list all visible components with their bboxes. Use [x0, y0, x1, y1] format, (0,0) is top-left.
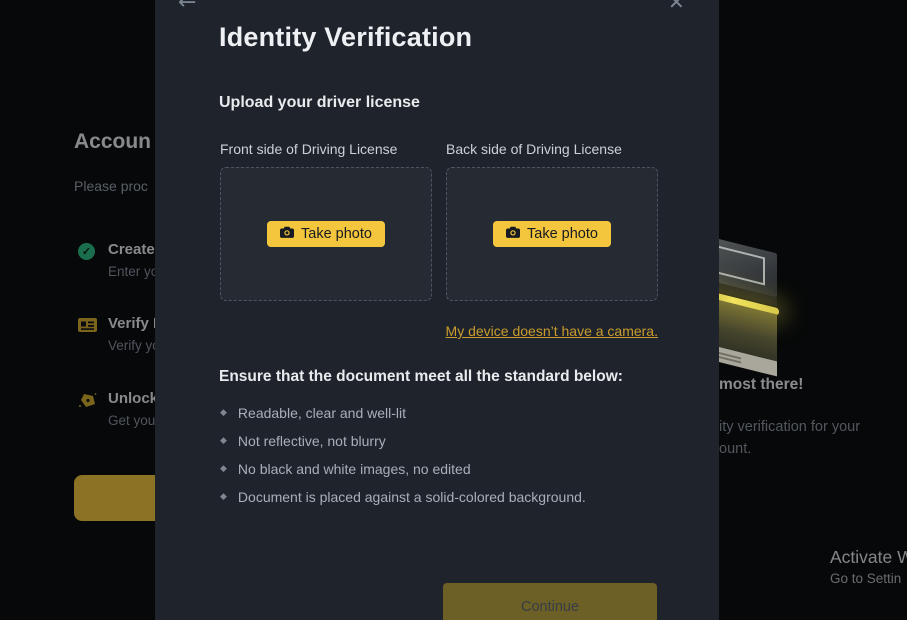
screen: Accoun Please proc ✓ Create Enter yo Ver… [0, 0, 907, 620]
take-photo-label: Take photo [527, 226, 598, 242]
close-icon[interactable]: ✕ [668, 0, 685, 12]
back-side-label: Back side of Driving License [446, 141, 622, 157]
front-side-label: Front side of Driving License [220, 141, 398, 157]
back-arrow-icon[interactable]: ← [178, 0, 196, 14]
camera-icon [280, 226, 295, 242]
continue-button[interactable]: Continue [443, 583, 657, 620]
front-upload-dropzone[interactable]: Take photo [220, 167, 432, 301]
no-camera-link[interactable]: My device doesn’t have a camera. [446, 323, 658, 339]
upload-section-heading: Upload your driver license [219, 94, 420, 111]
camera-icon [506, 226, 521, 242]
list-item: ◆ Document is placed against a solid-colo… [220, 489, 586, 505]
list-item: ◆ Readable, clear and well-lit [220, 405, 407, 421]
diamond-bullet-icon: ◆ [220, 408, 227, 418]
list-item: ◆ No black and white images, no edited [220, 461, 471, 477]
diamond-bullet-icon: ◆ [220, 492, 227, 502]
take-photo-label: Take photo [301, 226, 372, 242]
standards-list: ◆ Readable, clear and well-lit ◆ Not refle… [220, 399, 586, 511]
no-camera-link-row: My device doesn’t have a camera. [220, 323, 658, 341]
list-item: ◆ Not reflective, not blurry [220, 433, 386, 449]
diamond-bullet-icon: ◆ [220, 464, 227, 474]
take-photo-back-button[interactable]: Take photo [493, 221, 611, 247]
identity-verification-modal: ← ✕ Identity Verification Upload your dr… [155, 0, 719, 620]
watermark-line2: Go to Settin [830, 571, 902, 586]
standards-heading: Ensure that the document meet all the st… [219, 368, 623, 385]
modal-title: Identity Verification [219, 22, 473, 52]
take-photo-front-button[interactable]: Take photo [267, 221, 385, 247]
watermark-line1: Activate W [830, 547, 907, 567]
back-upload-dropzone[interactable]: Take photo [446, 167, 658, 301]
diamond-bullet-icon: ◆ [220, 436, 227, 446]
windows-activation-watermark: Activate W Go to Settin [830, 547, 907, 586]
